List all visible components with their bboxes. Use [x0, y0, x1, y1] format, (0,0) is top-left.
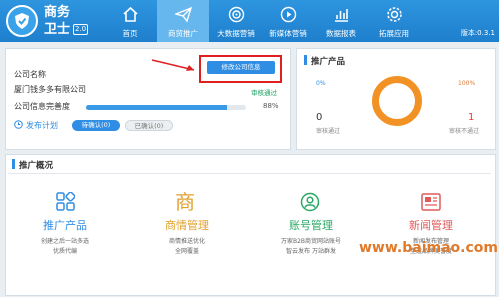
nav-new-media-label: 新媒体营销: [269, 29, 307, 38]
divider: [8, 173, 491, 174]
chart-icon: [335, 9, 348, 22]
paper-plane-icon: [175, 6, 192, 23]
nav-trade-promotion-label: 商贸推广: [168, 29, 198, 38]
app-name-line2: 卫士: [44, 22, 71, 37]
nav-home-label: 首页: [122, 29, 138, 38]
watermark-text: www.baimao.com: [359, 240, 498, 256]
edit-company-info-button[interactable]: 修改公司信息: [207, 61, 275, 74]
publish-plan-label: 发布计划: [26, 121, 58, 130]
promo-products-title: 推广产品: [311, 57, 346, 67]
section-marker: [304, 55, 307, 65]
version-badge: 2.0: [73, 24, 89, 35]
section-marker: [12, 159, 15, 169]
card-promo-products[interactable]: 推广产品 创建之后一站多选 优质代编: [20, 192, 110, 267]
grid-icon: [56, 192, 75, 211]
overview-title: 推广概况: [19, 161, 54, 171]
nav-new-media[interactable]: 新媒体营销: [262, 0, 314, 42]
card-desc-1: 商情推送优化: [168, 238, 205, 245]
gear-icon: [387, 7, 402, 22]
card-business-info[interactable]: 商 商情管理 商情推送优化 全网覆盖: [142, 190, 232, 267]
newspaper-icon: [421, 193, 441, 211]
target-icon: [228, 6, 245, 23]
nav-trade-promotion[interactable]: 商贸推广: [157, 0, 209, 42]
confirmed-button[interactable]: 已确认(0): [125, 120, 173, 131]
card-title: 新闻管理: [409, 219, 453, 232]
version-text: 版本:0.3.1: [460, 29, 495, 37]
company-name-value: 厦门钱多多有限公司: [14, 85, 86, 94]
rejected-label: 审核不通过: [449, 128, 480, 135]
arrow-annotation-icon: [151, 59, 195, 71]
card-title: 商情管理: [165, 219, 209, 232]
shield-icon: [15, 13, 29, 29]
card-account-management[interactable]: 账号管理 万家B2B商贸网站账号 智云发布 万站群发: [266, 192, 356, 267]
play-icon: [280, 6, 297, 23]
nav-extensions[interactable]: 拓展应用: [368, 0, 420, 42]
top-navigation-bar: 商务 卫士 2.0 首页 商贸推广 大数据营销 新媒体营销 数据报表 拓展应用 …: [0, 0, 499, 42]
nav-extensions-label: 拓展应用: [379, 29, 409, 38]
left-percent: 0%: [316, 80, 326, 87]
completeness-progress-fill: [86, 105, 227, 110]
approved-count: 0: [316, 112, 323, 123]
app-logo: [6, 5, 38, 37]
review-status: 审核通过: [251, 89, 277, 97]
app-brand: 商务 卫士 2.0: [44, 4, 104, 37]
card-desc-2: 优质代编: [52, 248, 77, 255]
progress-ring: [372, 76, 422, 126]
home-icon: [123, 6, 138, 22]
right-percent: 100%: [458, 80, 476, 87]
completeness-percent: 88%: [263, 102, 279, 110]
approved-label: 审核通过: [316, 128, 341, 135]
card-title: 推广产品: [43, 219, 87, 232]
nav-big-data[interactable]: 大数据营销: [210, 0, 262, 42]
nav-big-data-label: 大数据营销: [217, 29, 255, 38]
nav-data-report[interactable]: 数据报表: [315, 0, 367, 42]
rejected-count: 1: [468, 112, 475, 123]
completeness-label: 公司信息完善度: [14, 102, 70, 111]
pending-confirm-button[interactable]: 待确认(0): [72, 120, 120, 131]
app-name-line1: 商务: [44, 5, 71, 20]
nav-home[interactable]: 首页: [104, 0, 156, 42]
company-name-label: 公司名称: [14, 70, 46, 79]
completeness-progress-bar: [86, 105, 246, 110]
card-desc-2: 全网覆盖: [174, 248, 199, 255]
nav-data-report-label: 数据报表: [326, 29, 356, 38]
card-title: 账号管理: [289, 219, 333, 232]
shang-character-icon: 商: [175, 190, 195, 214]
card-desc-2: 智云发布 万站群发: [286, 248, 336, 255]
card-desc-1: 创建之后一站多选: [40, 238, 89, 245]
user-icon: [300, 192, 320, 212]
clock-icon: [14, 120, 23, 129]
card-desc-1: 万家B2B商贸网站账号: [280, 238, 342, 245]
